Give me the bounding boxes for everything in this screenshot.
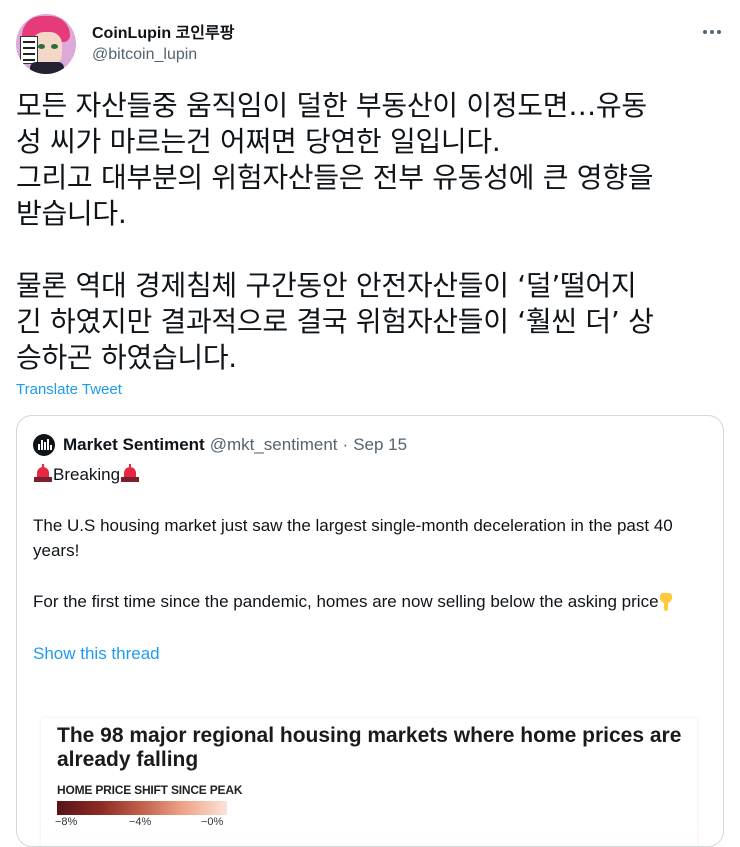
translate-tweet-link[interactable]: Translate Tweet	[16, 381, 122, 398]
quoted-tweet-text: Breaking The U.S housing market just saw…	[33, 462, 707, 614]
tweet-line: 받습니다.	[16, 197, 127, 230]
chart-legend-title: HOME PRICE SHIFT SINCE PEAK	[57, 783, 243, 797]
tweet-line: 물론 역대 경제침체 구간동안 안전자산들이 ‘덜’떨어지	[16, 269, 637, 302]
breaking-line: Breaking	[33, 462, 707, 487]
tweet-line: 승하곤 하였습니다.	[16, 341, 237, 374]
breaking-label: Breaking	[53, 465, 121, 484]
quoted-author-avatar[interactable]	[33, 434, 55, 456]
chart-title: The 98 major regional housing markets wh…	[57, 724, 682, 771]
quoted-author-handle[interactable]: @mkt_sentiment	[210, 435, 338, 455]
police-light-icon	[33, 464, 53, 484]
tick-label: −0%	[201, 816, 224, 828]
tweet-line: 모든 자산들중 움직임이 덜한 부동산이 이정도면…유동	[16, 89, 647, 122]
quoted-tweet-date[interactable]: Sep 15	[353, 435, 407, 455]
chart-image[interactable]: The 98 major regional housing markets wh…	[41, 718, 697, 846]
police-light-icon	[120, 464, 140, 484]
show-this-thread-link[interactable]: Show this thread	[33, 644, 160, 664]
tick-label: −4%	[129, 816, 152, 828]
quoted-tweet-header: Market Sentiment @mkt_sentiment · Sep 15	[33, 434, 407, 456]
quoted-line: The U.S housing market just saw the larg…	[33, 516, 673, 560]
tick-label: −8%	[55, 816, 78, 828]
color-scale-bar	[57, 801, 227, 815]
more-options-icon[interactable]	[700, 24, 724, 40]
tweet-line: 긴 하였지만 결과적으로 결국 위험자산들이 ‘훨씬 더’ 상	[16, 305, 654, 338]
tweet-line: 성 씨가 마르는건 어쩌면 당연한 일입니다.	[16, 125, 501, 158]
separator-dot: ·	[342, 435, 349, 454]
tweet-header: CoinLupin 코인루팡 @bitcoin_lupin	[16, 14, 724, 78]
author-handle[interactable]: @bitcoin_lupin	[92, 46, 197, 64]
backhand-index-pointing-down-icon	[659, 593, 673, 611]
quoted-author-name[interactable]: Market Sentiment	[63, 435, 205, 455]
quoted-tweet[interactable]: Market Sentiment @mkt_sentiment · Sep 15…	[16, 415, 724, 847]
tweet-line: 그리고 대부분의 위험자산들은 전부 유동성에 큰 영향을	[16, 161, 654, 194]
quoted-line: For the first time since the pandemic, h…	[33, 589, 707, 614]
tweet-text: 모든 자산들중 움직임이 덜한 부동산이 이정도면…유동 성 씨가 마르는건 어…	[16, 88, 728, 376]
author-avatar[interactable]	[16, 14, 76, 74]
author-display-name[interactable]: CoinLupin 코인루팡	[92, 19, 234, 43]
